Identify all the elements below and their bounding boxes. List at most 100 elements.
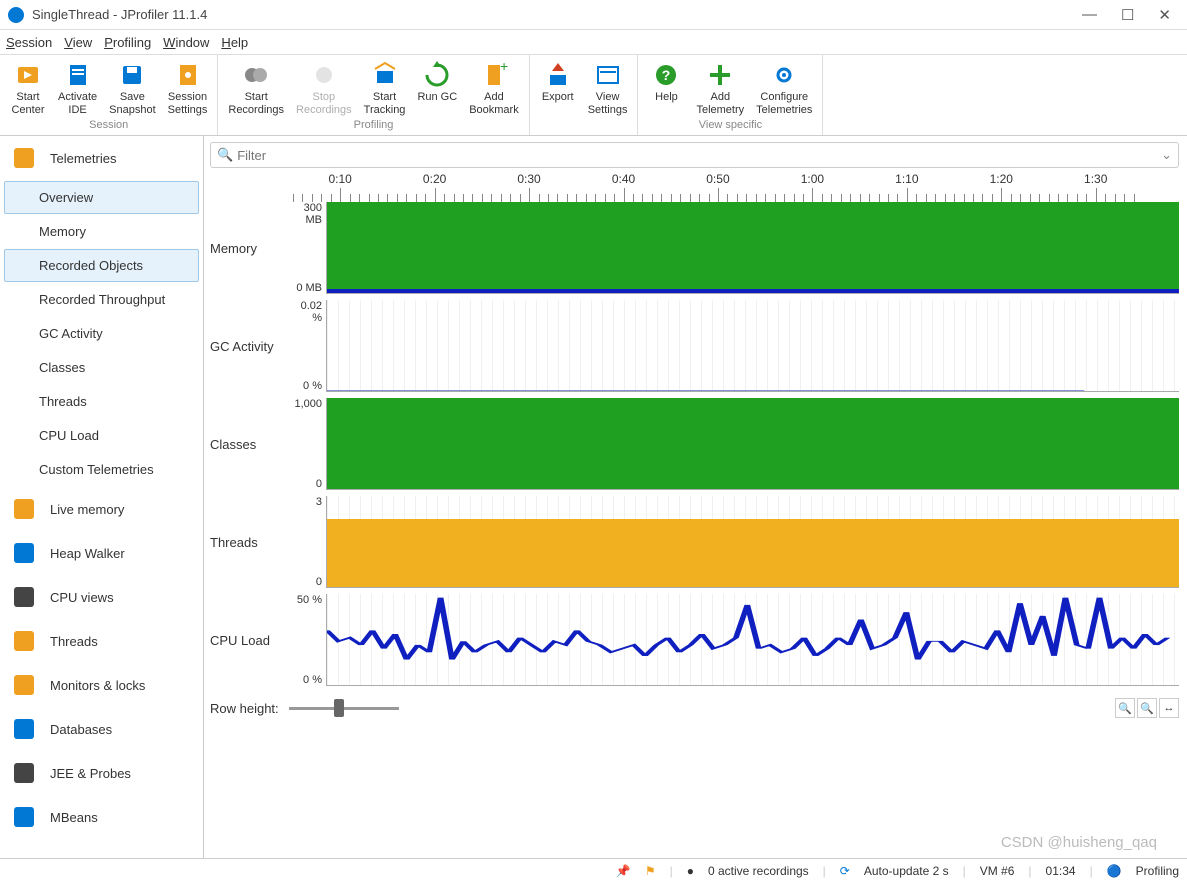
sidebar-cat-label: Telemetries	[50, 151, 116, 166]
live-memory-icon	[10, 495, 38, 523]
close-button[interactable]: ✕	[1158, 6, 1171, 24]
jee-probes-icon	[10, 759, 38, 787]
sidebar-item-cpu-load[interactable]: CPU Load	[4, 419, 199, 452]
menu-session[interactable]: Session	[6, 35, 52, 50]
add-telemetry-icon	[706, 61, 734, 89]
timeline-tick: 0:50	[706, 172, 729, 186]
sidebar-cat-label: CPU views	[50, 590, 114, 605]
sidebar-cat-label: Live memory	[50, 502, 124, 517]
start-center-button[interactable]: StartCenter	[4, 61, 52, 117]
timeline-tick: 1:00	[801, 172, 824, 186]
stop-recordings-icon	[310, 61, 338, 89]
menu-profiling[interactable]: Profiling	[104, 35, 151, 50]
chart-area[interactable]	[326, 496, 1179, 588]
start-tracking-button[interactable]: StartTracking	[358, 61, 412, 117]
content-area: 🔍 ⌄ 0:100:200:300:400:501:001:101:201:30…	[204, 136, 1187, 858]
add-bookmark-button[interactable]: +AddBookmark	[463, 61, 525, 117]
start-recordings-button[interactable]: StartRecordings	[222, 61, 290, 117]
monitors-locks-icon	[10, 671, 38, 699]
sidebar-item-custom-telemetries[interactable]: Custom Telemetries	[4, 453, 199, 486]
timeline-tick: 0:10	[328, 172, 351, 186]
sidebar-cat-heap-walker[interactable]: Heap Walker	[0, 531, 203, 575]
sidebar-item-recorded-throughput[interactable]: Recorded Throughput	[4, 283, 199, 316]
chart-label: Memory	[210, 202, 290, 294]
configure-telemetries-button[interactable]: ConfigureTelemetries	[750, 61, 818, 117]
heap-walker-icon	[10, 539, 38, 567]
fit-width-icon[interactable]: ↔	[1159, 698, 1179, 718]
filter-input[interactable]	[237, 148, 1157, 163]
sidebar-cat-mbeans[interactable]: MBeans	[0, 795, 203, 839]
chart-area[interactable]	[326, 594, 1179, 686]
export-button[interactable]: Export	[534, 61, 582, 129]
chart-area[interactable]	[326, 202, 1179, 294]
menu-help[interactable]: Help	[221, 35, 248, 50]
chart-area[interactable]	[326, 398, 1179, 490]
sidebar-cat-jee-probes[interactable]: JEE & Probes	[0, 751, 203, 795]
save-snapshot-button[interactable]: SaveSnapshot	[103, 61, 161, 117]
sidebar-cat-cpu-views[interactable]: CPU views	[0, 575, 203, 619]
chart-label: GC Activity	[210, 300, 290, 392]
sidebar-item-gc-activity[interactable]: GC Activity	[4, 317, 199, 350]
mbeans-icon	[10, 803, 38, 831]
chart-classes: Classes1,0000	[210, 398, 1179, 496]
timeline-tick: 0:20	[423, 172, 446, 186]
pin-icon[interactable]: 📌	[616, 864, 631, 878]
session-settings-icon	[174, 61, 202, 89]
status-vm: VM #6	[980, 864, 1015, 878]
help-button[interactable]: ?Help	[642, 61, 690, 117]
chart-axis: 300 MB0 MB	[290, 202, 326, 294]
chart-threads: Threads30	[210, 496, 1179, 594]
svg-text:?: ?	[662, 67, 671, 83]
zoom-out-icon[interactable]: 🔍	[1137, 698, 1157, 718]
configure-telemetries-icon	[770, 61, 798, 89]
sidebar-cat-label: Databases	[50, 722, 112, 737]
search-icon: 🔍	[217, 147, 233, 163]
status-autoupdate: Auto-update 2 s	[864, 864, 949, 878]
chart-area[interactable]	[326, 300, 1179, 392]
sidebar-cat-telemetries[interactable]: Telemetries	[0, 136, 203, 180]
refresh-icon[interactable]: ⟳	[840, 864, 850, 878]
chevron-down-icon[interactable]: ⌄	[1161, 147, 1172, 163]
chart-label: Threads	[210, 496, 290, 588]
zoom-in-icon[interactable]: 🔍	[1115, 698, 1135, 718]
row-height-label: Row height:	[210, 701, 279, 716]
export-icon	[544, 61, 572, 89]
sidebar-item-threads[interactable]: Threads	[4, 385, 199, 418]
chart-label: CPU Load	[210, 594, 290, 686]
filter-bar[interactable]: 🔍 ⌄	[210, 142, 1179, 168]
sidebar-item-memory[interactable]: Memory	[4, 215, 199, 248]
sidebar-cat-live-memory[interactable]: Live memory	[0, 487, 203, 531]
sidebar-cat-label: JEE & Probes	[50, 766, 131, 781]
minimize-button[interactable]: —	[1082, 6, 1097, 24]
sidebar: Telemetries OverviewMemoryRecorded Object…	[0, 136, 204, 858]
statusbar: 📌 ⚑ | ● 0 active recordings | ⟳ Auto-upd…	[0, 858, 1187, 883]
cpu-views-icon	[10, 583, 38, 611]
sidebar-cat-threads[interactable]: Threads	[0, 619, 203, 663]
menu-view[interactable]: View	[64, 35, 92, 50]
chart-label: Classes	[210, 398, 290, 490]
activate-ide-icon	[64, 61, 92, 89]
menu-window[interactable]: Window	[163, 35, 209, 50]
help-icon: ?	[652, 61, 680, 89]
status-state: Profiling	[1136, 864, 1179, 878]
sidebar-cat-monitors-locks[interactable]: Monitors & locks	[0, 663, 203, 707]
sidebar-item-classes[interactable]: Classes	[4, 351, 199, 384]
menubar: Session View Profiling Window Help	[0, 30, 1187, 54]
flag-icon[interactable]: ⚑	[645, 864, 656, 878]
sidebar-cat-databases[interactable]: Databases	[0, 707, 203, 751]
sidebar-item-recorded-objects[interactable]: Recorded Objects	[4, 249, 199, 282]
sidebar-item-overview[interactable]: Overview	[4, 181, 199, 214]
maximize-button[interactable]: ☐	[1121, 6, 1134, 24]
timeline-tick: 1:30	[1084, 172, 1107, 186]
record-icon: ●	[687, 864, 694, 878]
databases-icon	[10, 715, 38, 743]
session-settings-button[interactable]: SessionSettings	[162, 61, 214, 117]
add-telemetry-button[interactable]: AddTelemetry	[690, 61, 750, 117]
watermark: CSDN @huisheng_qaq	[1001, 834, 1157, 851]
activate-ide-button[interactable]: ActivateIDE	[52, 61, 103, 117]
run-gc-button[interactable]: Run GC	[411, 61, 463, 117]
chart-axis: 1,0000	[290, 398, 326, 490]
row-height-slider[interactable]	[289, 707, 399, 710]
view-settings-button[interactable]: ViewSettings	[582, 61, 634, 129]
timeline-ruler: 0:100:200:300:400:501:001:101:201:30	[326, 172, 1179, 202]
